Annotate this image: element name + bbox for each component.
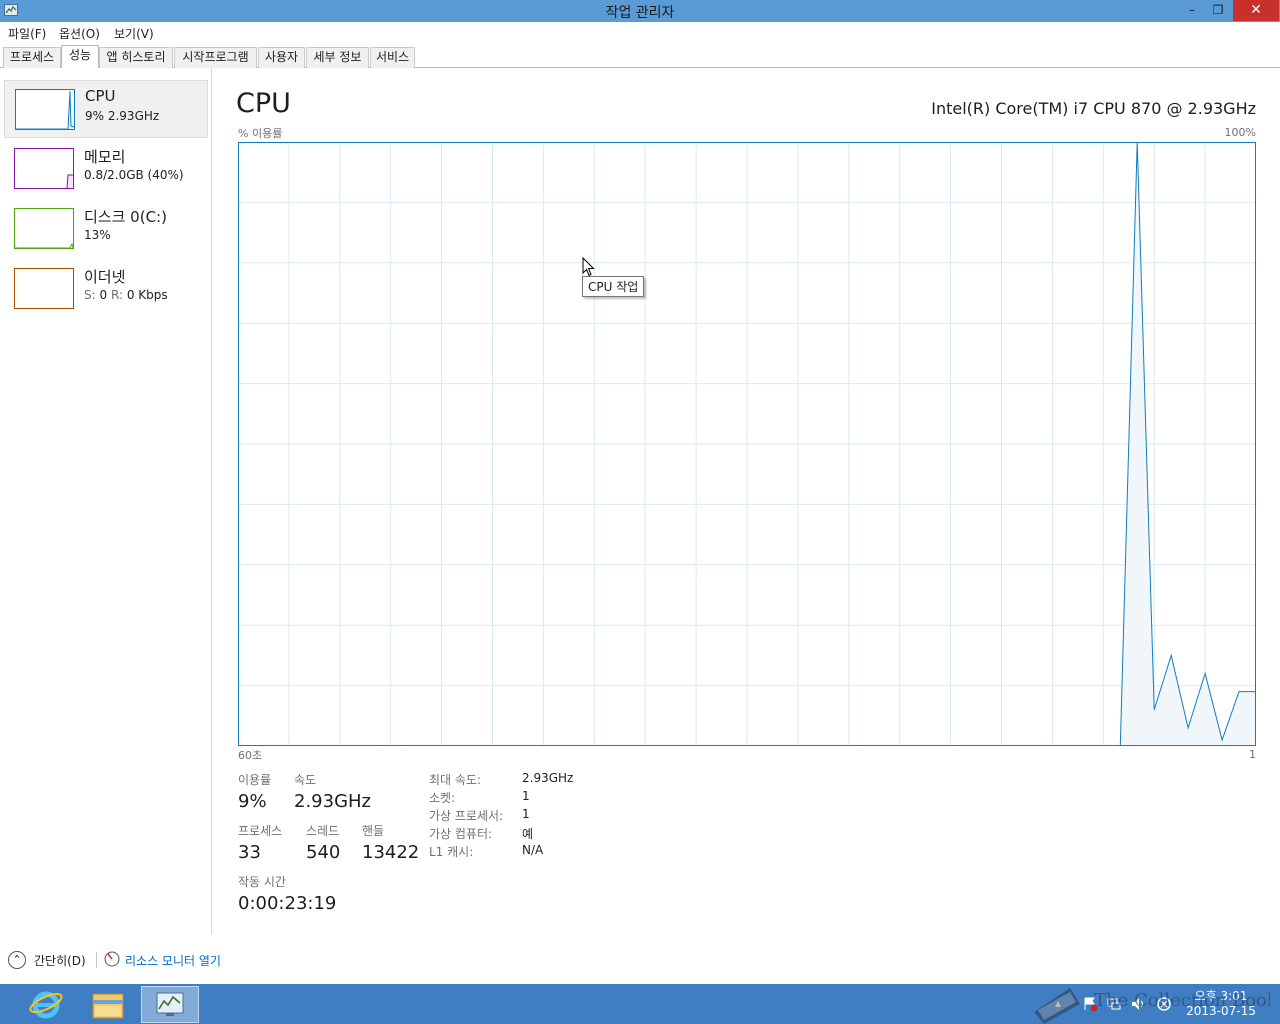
minimize-button[interactable]: –	[1180, 0, 1204, 21]
open-resource-monitor-link[interactable]: 리소스 모니터 열기	[125, 952, 221, 969]
memory-thumbnail	[14, 148, 74, 189]
title-bar: 작업 관리자 – ❐ ✕	[0, 0, 1280, 22]
chevron-up-icon[interactable]: ⌃	[8, 951, 26, 969]
speed-value: 2.93GHz	[294, 791, 372, 812]
send-label: S:	[84, 288, 96, 302]
resource-cpu[interactable]: CPU 9% 2.93GHz	[4, 80, 208, 138]
resource-memory[interactable]: 메모리 0.8/2.0GB (40%)	[4, 140, 208, 198]
utilization-label: 이용률	[238, 773, 272, 787]
receive-value: 0 Kbps	[126, 288, 168, 302]
x-axis-right-label: 1	[1249, 748, 1256, 761]
resource-name: 디스크 0(C:)	[84, 208, 167, 226]
cpu-thumbnail-graph	[16, 90, 74, 129]
resource-value: 0.8/2.0GB (40%)	[84, 168, 184, 182]
detail-value: N/A	[522, 843, 544, 857]
handles-value: 13422	[362, 842, 420, 863]
resource-value: 13%	[84, 228, 111, 242]
uptime-value: 0:00:23:19	[238, 893, 337, 914]
internet-explorer-icon	[29, 991, 63, 1019]
detail-label: L1 캐시:	[429, 845, 474, 859]
y-axis-max-label: 100%	[1224, 126, 1256, 139]
watermark: The Collection Book	[1034, 988, 1270, 1024]
speed-label: 속도	[294, 773, 317, 787]
x-axis-left-label: 60초	[238, 749, 263, 762]
detail-value: 1	[522, 789, 530, 803]
send-value: 0	[99, 288, 108, 302]
tab-details[interactable]: 세부 정보	[306, 47, 369, 68]
detail-value: 예	[522, 827, 534, 841]
processes-value: 33	[238, 842, 261, 863]
divider	[96, 952, 97, 968]
tab-bar: 프로세스 성능 앱 히스토리 시작프로그램 사용자 세부 정보 서비스	[0, 44, 1280, 69]
threads-label: 스레드	[306, 824, 340, 838]
task-manager-icon	[156, 992, 184, 1016]
y-axis-label: % 이용률	[238, 127, 283, 140]
graph-tooltip: CPU 작업	[582, 276, 645, 297]
detail-value: 2.93GHz	[522, 771, 574, 785]
threads-value: 540	[306, 842, 341, 863]
taskbar-task-manager[interactable]	[141, 986, 199, 1023]
menu-bar: 파일(F) 옵션(O) 보기(V)	[0, 22, 1280, 44]
tab-users[interactable]: 사용자	[258, 47, 305, 68]
resource-disk[interactable]: 디스크 0(C:) 13%	[4, 200, 208, 258]
window-title: 작업 관리자	[605, 5, 675, 21]
uptime-label: 작동 시간	[238, 875, 286, 889]
resource-name: CPU	[85, 87, 116, 105]
tab-performance[interactable]: 성능	[61, 45, 99, 69]
detail-label: 가상 프로세서:	[429, 809, 504, 823]
cpu-model-name: Intel(R) Core(TM) i7 CPU 870 @ 2.93GHz	[931, 99, 1256, 118]
detail-label: 최대 속도:	[429, 773, 482, 787]
fewer-details-button[interactable]: 간단히(D)	[34, 952, 86, 969]
disk-thumbnail-graph	[15, 242, 73, 248]
resource-name: 메모리	[84, 148, 126, 166]
page-title: CPU	[236, 88, 291, 119]
handles-label: 핸들	[362, 824, 385, 838]
mouse-cursor-icon	[582, 257, 595, 277]
folder-icon	[92, 993, 124, 1019]
utilization-value: 9%	[238, 791, 267, 812]
graph-grid	[238, 142, 1256, 746]
watermark-text: The Collection Book	[1094, 990, 1270, 1011]
detail-value: 1	[522, 807, 530, 821]
resource-name: 이더넷	[84, 268, 126, 286]
resource-list: CPU 9% 2.93GHz 메모리 0.8/2.0GB (40%) 디스크 0…	[0, 68, 212, 934]
processes-label: 프로세스	[238, 824, 283, 838]
cpu-usage-graph	[238, 142, 1256, 746]
receive-label: R:	[110, 288, 123, 302]
disk-thumbnail	[14, 208, 74, 249]
cpu-thumbnail	[15, 89, 75, 130]
taskbar-internet-explorer[interactable]	[17, 986, 75, 1023]
resource-value: 9% 2.93GHz	[85, 109, 160, 123]
close-button[interactable]: ✕	[1233, 0, 1279, 21]
restore-button[interactable]: ❐	[1206, 0, 1230, 21]
memory-thumbnail-graph	[66, 174, 73, 188]
resource-monitor-icon	[104, 951, 120, 967]
resource-value: S: 0 R: 0 Kbps	[84, 288, 168, 302]
menu-file[interactable]: 파일(F)	[8, 25, 46, 42]
tab-processes[interactable]: 프로세스	[3, 47, 61, 68]
tab-services[interactable]: 서비스	[370, 47, 415, 68]
menu-view[interactable]: 보기(V)	[114, 25, 154, 42]
menu-options[interactable]: 옵션(O)	[59, 25, 100, 42]
tab-startup[interactable]: 시작프로그램	[174, 47, 257, 68]
detail-label: 가상 컴퓨터:	[429, 827, 493, 841]
ethernet-thumbnail	[14, 268, 74, 309]
tab-app-history[interactable]: 앱 히스토리	[99, 47, 173, 68]
detail-label: 소켓:	[429, 791, 456, 805]
resource-ethernet[interactable]: 이더넷 S: 0 R: 0 Kbps	[4, 260, 208, 318]
taskbar-file-explorer[interactable]	[79, 986, 137, 1023]
